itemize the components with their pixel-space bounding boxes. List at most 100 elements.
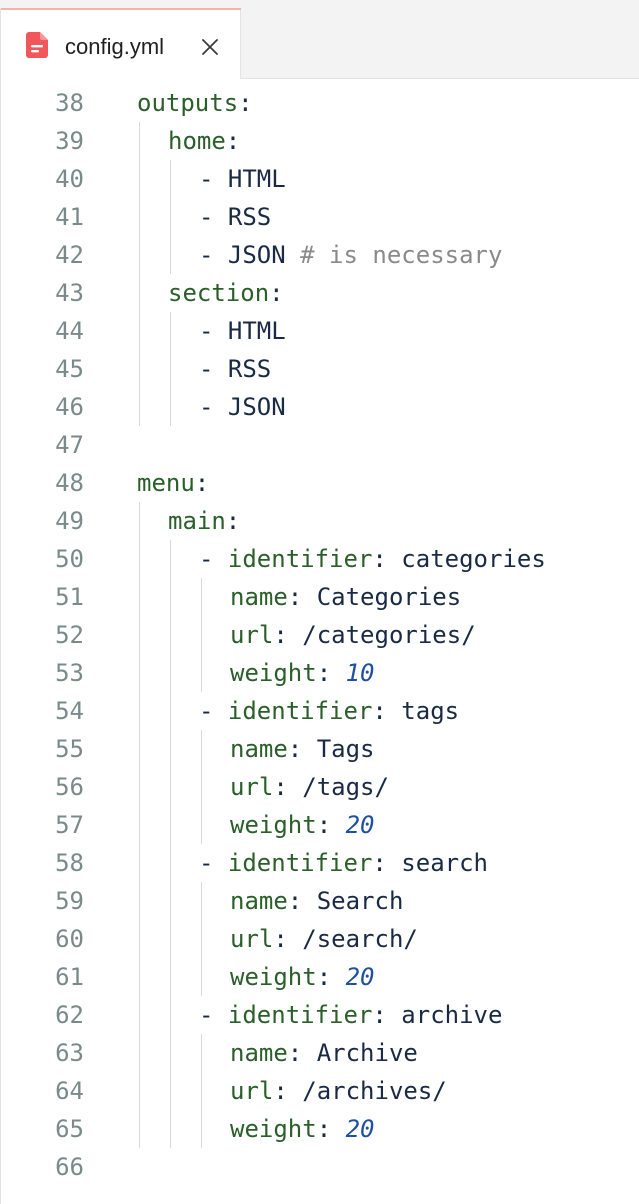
- yaml-value: : archive: [372, 1001, 503, 1029]
- yaml-value: - HTML: [199, 165, 286, 193]
- line-number: 45: [55, 355, 84, 383]
- file-document-icon: [26, 32, 48, 58]
- yaml-number: 20: [345, 963, 375, 991]
- yaml-value: :: [225, 127, 241, 155]
- line-code: main:: [168, 502, 240, 540]
- yaml-number: 20: [345, 811, 375, 839]
- indent-guide: [170, 160, 171, 274]
- yaml-key: url: [230, 621, 274, 649]
- line-code: weight: 10: [230, 654, 375, 692]
- code-line[interactable]: 41 - RSS: [0, 198, 639, 236]
- yaml-key: identifier: [227, 697, 373, 725]
- code-line[interactable]: 51 name: Categories: [0, 578, 639, 616]
- yaml-key: url: [230, 1077, 274, 1105]
- code-line[interactable]: 46 - JSON: [0, 388, 639, 426]
- yaml-key: outputs: [137, 89, 239, 117]
- line-code: name: Tags: [230, 730, 375, 768]
- line-number: 44: [55, 317, 84, 345]
- line-code: - identifier: categories: [199, 540, 546, 578]
- code-line[interactable]: 42 - JSON # is necessary: [0, 236, 639, 274]
- line-number: 58: [55, 849, 84, 877]
- code-line[interactable]: 60 url: /search/: [0, 920, 639, 958]
- line-code: - identifier: search: [199, 844, 488, 882]
- code-line[interactable]: 49 main:: [0, 502, 639, 540]
- line-number: 49: [55, 507, 84, 535]
- yaml-key: name: [230, 1039, 288, 1067]
- yaml-value: -: [199, 849, 228, 877]
- line-code: - identifier: tags: [199, 692, 459, 730]
- yaml-value: - RSS: [199, 355, 272, 383]
- code-line[interactable]: 40 - HTML: [0, 160, 639, 198]
- yaml-number: 10: [345, 659, 375, 687]
- indent-guide: [201, 730, 202, 844]
- yaml-value: : Categories: [287, 583, 462, 611]
- line-code: - RSS: [199, 350, 271, 388]
- code-line[interactable]: 57 weight: 20: [0, 806, 639, 844]
- code-line[interactable]: 38 outputs:: [0, 84, 639, 122]
- code-line[interactable]: 65 weight: 20: [0, 1110, 639, 1148]
- yaml-value: :: [316, 963, 346, 991]
- line-number: 52: [55, 621, 84, 649]
- yaml-key: url: [230, 925, 274, 953]
- indent-guide: [139, 502, 140, 1148]
- indent-guide: [170, 312, 171, 426]
- yaml-key: home: [168, 127, 226, 155]
- line-code: url: /archives/: [230, 1072, 447, 1110]
- code-line[interactable]: 43 section:: [0, 274, 639, 312]
- yaml-value: :: [238, 89, 253, 117]
- code-line[interactable]: 52 url: /categories/: [0, 616, 639, 654]
- yaml-key: main: [168, 507, 226, 535]
- yaml-key: section: [168, 279, 270, 307]
- yaml-value: - JSON: [199, 393, 286, 421]
- code-line[interactable]: 53 weight: 10: [0, 654, 639, 692]
- code-line[interactable]: 54 - identifier: tags: [0, 692, 639, 730]
- yaml-value: -: [199, 697, 228, 725]
- code-line[interactable]: 45 - RSS: [0, 350, 639, 388]
- yaml-value: :: [316, 1115, 346, 1143]
- code-line[interactable]: 59 name: Search: [0, 882, 639, 920]
- yaml-value: : /search/: [273, 925, 418, 953]
- line-code: url: /tags/: [230, 768, 389, 806]
- line-code: home:: [168, 122, 240, 160]
- yaml-value: -: [199, 1001, 228, 1029]
- line-number: 65: [55, 1115, 84, 1143]
- code-line[interactable]: 63 name: Archive: [0, 1034, 639, 1072]
- yaml-value: - RSS: [199, 203, 272, 231]
- code-line[interactable]: 55 name: Tags: [0, 730, 639, 768]
- close-icon[interactable]: [200, 37, 220, 57]
- line-code: - identifier: archive: [199, 996, 502, 1034]
- line-number: 51: [55, 583, 84, 611]
- code-line[interactable]: 48 menu:: [0, 464, 639, 502]
- yaml-value: : tags: [372, 697, 460, 725]
- line-number: 62: [55, 1001, 84, 1029]
- code-line[interactable]: 66: [0, 1148, 639, 1186]
- yaml-key: weight: [230, 1115, 317, 1143]
- line-number: 63: [55, 1039, 84, 1067]
- yaml-value: :: [225, 507, 241, 535]
- line-code: menu:: [137, 464, 209, 502]
- code-line[interactable]: 56 url: /tags/: [0, 768, 639, 806]
- line-code: - JSON # is necessary: [199, 236, 502, 274]
- yaml-value: : Search: [287, 887, 404, 915]
- indent-guide: [201, 578, 202, 692]
- yaml-value: - HTML: [199, 317, 286, 345]
- code-line[interactable]: 50 - identifier: categories: [0, 540, 639, 578]
- code-line[interactable]: 58 - identifier: search: [0, 844, 639, 882]
- line-number: 55: [55, 735, 84, 763]
- yaml-value: : Archive: [287, 1039, 418, 1067]
- code-line[interactable]: 44 - HTML: [0, 312, 639, 350]
- code-line[interactable]: 62 - identifier: archive: [0, 996, 639, 1034]
- code-line[interactable]: 47: [0, 426, 639, 464]
- line-number: 54: [55, 697, 84, 725]
- yaml-key: identifier: [227, 849, 373, 877]
- yaml-key: menu: [137, 469, 195, 497]
- code-line[interactable]: 39 home:: [0, 122, 639, 160]
- tab-config-yml[interactable]: config.yml: [1, 8, 241, 79]
- yaml-value: :: [194, 469, 210, 497]
- code-line[interactable]: 61 weight: 20: [0, 958, 639, 996]
- yaml-key: weight: [230, 811, 317, 839]
- code-line[interactable]: 64 url: /archives/: [0, 1072, 639, 1110]
- line-code: - HTML: [199, 312, 286, 350]
- line-code: - HTML: [199, 160, 286, 198]
- line-number: 41: [55, 203, 84, 231]
